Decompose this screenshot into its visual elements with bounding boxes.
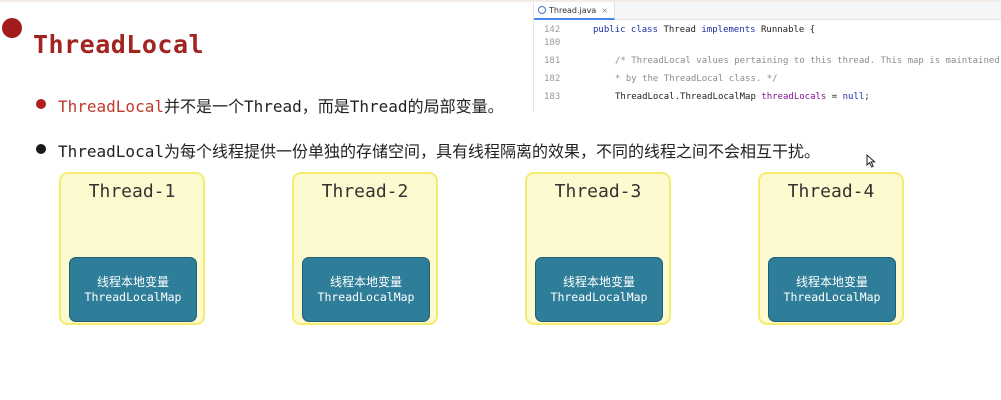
- map-label-en: ThreadLocalMap: [783, 290, 881, 304]
- thread-local-map: 线程本地变量 ThreadLocalMap: [302, 257, 430, 322]
- bullet-body: 并不是一个Thread，而是Thread的局部变量。: [163, 97, 504, 116]
- map-label-cn: 线程本地变量: [96, 275, 169, 289]
- thread-box-3: Thread-3 线程本地变量 ThreadLocalMap: [525, 172, 671, 325]
- thread-name: Thread-3: [554, 181, 642, 202]
- thread-name: Thread-2: [321, 181, 409, 202]
- thread-box-1: Thread-1 线程本地变量 ThreadLocalMap: [59, 172, 205, 325]
- bullet-dot-icon: [36, 144, 46, 154]
- code-editor-snippet: Thread.java × 142 public class Thread im…: [533, 2, 1001, 112]
- close-icon[interactable]: ×: [601, 3, 608, 18]
- thread-local-map: 线程本地变量 ThreadLocalMap: [768, 257, 896, 322]
- line-number: 183: [544, 92, 561, 102]
- editor-tab-thread-java[interactable]: Thread.java ×: [534, 2, 615, 20]
- code-text: public class Thread implements Runnable …: [593, 25, 816, 35]
- thread-box-4: Thread-4 线程本地变量 ThreadLocalMap: [758, 172, 904, 325]
- bullet-text: ThreadLocal并不是一个Thread，而是Thread的局部变量。: [58, 93, 504, 117]
- mouse-cursor-icon: [866, 154, 876, 168]
- code-text: ThreadLocal.ThreadLocalMap threadLocals …: [615, 92, 870, 102]
- line-number: 181: [544, 56, 561, 66]
- map-label-cn: 线程本地变量: [329, 275, 402, 289]
- thread-box-2: Thread-2 线程本地变量 ThreadLocalMap: [292, 172, 438, 325]
- editor-tab-label: Thread.java: [549, 5, 597, 15]
- map-label-en: ThreadLocalMap: [317, 290, 415, 304]
- editor-tab-bar: Thread.java ×: [534, 2, 1001, 20]
- thread-name: Thread-4: [787, 181, 875, 202]
- map-label-en: ThreadLocalMap: [84, 290, 182, 304]
- thread-name: Thread-1: [88, 181, 176, 202]
- slide-marker-dot: [2, 18, 22, 38]
- line-number: 182: [544, 74, 561, 84]
- slide-title: ThreadLocal: [33, 30, 205, 59]
- map-label-en: ThreadLocalMap: [550, 290, 648, 304]
- bullet-body: ThreadLocal为每个线程提供一份单独的存储空间，具有线程隔离的效果，不同…: [58, 142, 820, 161]
- thread-local-map: 线程本地变量 ThreadLocalMap: [535, 257, 663, 322]
- code-comment: /* ThreadLocal values pertaining to this…: [615, 56, 1000, 66]
- bullet-dot-icon: [36, 99, 46, 109]
- line-number: 180: [544, 38, 561, 48]
- bullet-highlight: ThreadLocal: [58, 97, 164, 116]
- map-label-cn: 线程本地变量: [795, 275, 868, 289]
- map-label-cn: 线程本地变量: [562, 275, 635, 289]
- thread-local-map: 线程本地变量 ThreadLocalMap: [69, 257, 197, 322]
- file-tab-icon: [538, 6, 546, 14]
- code-comment: * by the ThreadLocal class. */: [615, 74, 778, 84]
